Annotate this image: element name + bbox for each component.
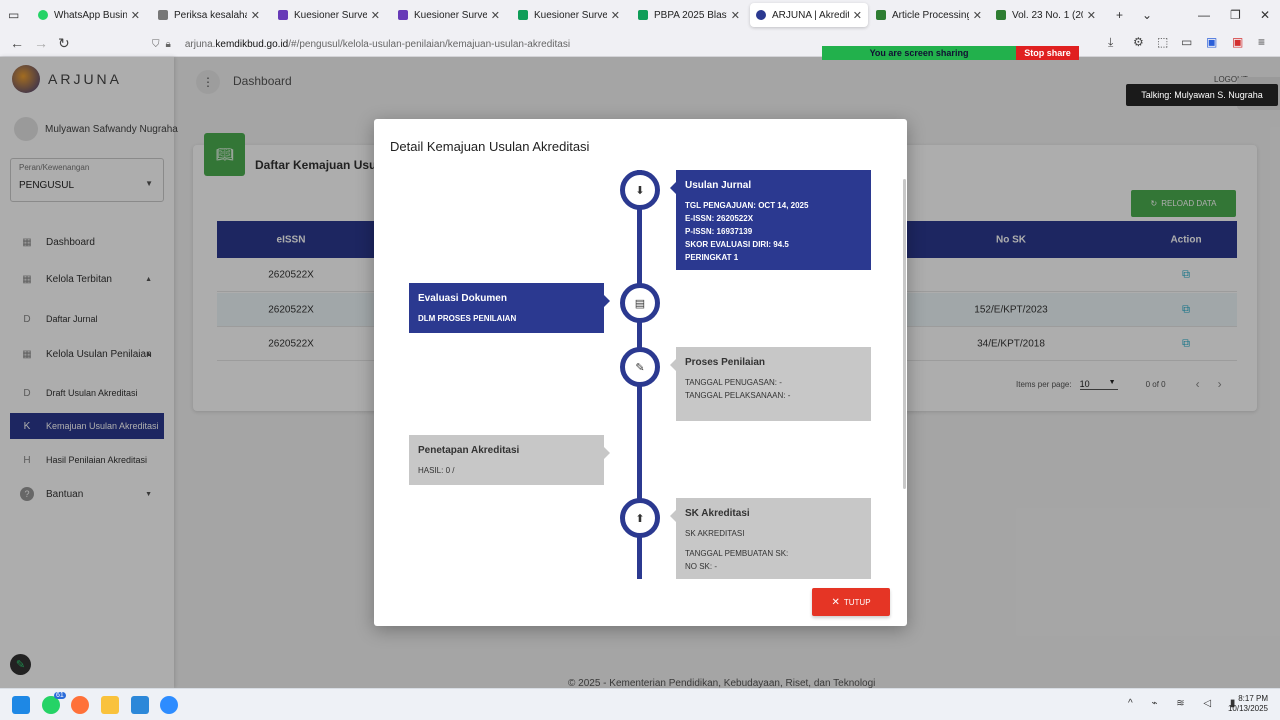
sheets-icon: [518, 10, 528, 20]
progress-detail-modal: Detail Kemajuan Usulan Akreditasi ⬇ Usul…: [374, 119, 907, 626]
step-usulan-jurnal: Usulan Jurnal TGL PENGAJUAN: OCT 14, 202…: [670, 170, 871, 270]
step-evaluasi-dokumen: Evaluasi Dokumen DLM PROSES PENILAIAN: [409, 283, 610, 333]
forms-icon: [398, 10, 408, 20]
tab-favicon: [158, 10, 168, 20]
minimize-icon[interactable]: —: [1198, 8, 1210, 22]
tab-vol-23[interactable]: Vol. 23 No. 1 (2025): Ju✕: [990, 3, 1102, 27]
close-icon[interactable]: ✕: [491, 9, 500, 22]
nav-bar: ← → ↻ ⛉ 🔒︎ arjuna. kemdikbud.go.id/#/peng…: [0, 30, 1280, 57]
notification-badge: 61: [54, 692, 66, 699]
menu-icon[interactable]: ≡: [1258, 35, 1265, 49]
back-icon[interactable]: ←: [10, 35, 24, 51]
tab-kuesioner-2[interactable]: Kuesioner Survei Kepuas✕: [392, 3, 506, 27]
lock-icon: 🔒︎: [165, 38, 171, 50]
edit-icon: ✎: [620, 347, 660, 387]
file-explorer-icon[interactable]: [101, 696, 119, 714]
extension-icon[interactable]: ▣: [1206, 35, 1217, 49]
modal-title: Detail Kemajuan Usulan Akreditasi: [390, 139, 590, 154]
browser-chrome: ▭ WhatsApp Business✕ Periksa kesalahan s…: [0, 0, 1280, 57]
close-icon[interactable]: ✕: [731, 9, 740, 22]
stop-share-button[interactable]: Stop share: [1016, 46, 1079, 60]
close-icon[interactable]: ✕: [371, 9, 380, 22]
sidebar-icon[interactable]: ▭: [1181, 35, 1192, 49]
timeline: ⬇ Usulan Jurnal TGL PENGAJUAN: OCT 14, 2…: [374, 170, 907, 579]
tab-overview-icon[interactable]: ▭: [8, 8, 19, 22]
tab-article-processing[interactable]: Article Processing Char✕: [870, 3, 988, 27]
journal-favicon: [876, 10, 886, 20]
close-icon[interactable]: ✕: [1087, 9, 1096, 22]
close-icon[interactable]: ✕: [611, 9, 620, 22]
puzzle-icon[interactable]: ⬚: [1157, 35, 1168, 49]
step-proses-penilaian: Proses Penilaian TANGGAL PENUGASAN: - TA…: [670, 347, 871, 421]
screen-share-status: You are screen sharing: [822, 46, 1016, 60]
forms-icon: [278, 10, 288, 20]
download-icon: ⬇: [620, 170, 660, 210]
reload-icon[interactable]: ↻: [58, 35, 70, 52]
tab-arjuna[interactable]: ARJUNA | Akreditasi Jurn✕: [750, 3, 868, 27]
downloads-icon[interactable]: ⤓: [1108, 35, 1113, 50]
tab-bar: ▭ WhatsApp Business✕ Periksa kesalahan s…: [0, 0, 1280, 30]
close-icon[interactable]: ✕: [251, 9, 260, 22]
step-penetapan-akreditasi: Penetapan Akreditasi HASIL: 0 /: [409, 435, 610, 485]
tab-kuesioner-3[interactable]: Kuesioner Survei Kepuas✕: [512, 3, 626, 27]
arjuna-favicon: [756, 10, 766, 20]
extensions-icon[interactable]: ⚙: [1133, 35, 1144, 49]
tab-pbpa[interactable]: PBPA 2025 Blast WA - G✕: [632, 3, 746, 27]
firefox-icon[interactable]: [71, 696, 89, 714]
modal-scrollbar[interactable]: [903, 179, 906, 489]
taskbar: 61 ^ ⌁ ≋ ◁ ▮ 8:17 PM 10/13/2025: [0, 688, 1280, 720]
close-window-icon[interactable]: ✕: [1260, 8, 1270, 22]
restore-icon[interactable]: ❐: [1230, 8, 1241, 22]
document-icon: ▤: [620, 283, 660, 323]
close-icon[interactable]: ✕: [853, 9, 862, 22]
extension-red-icon[interactable]: ▣: [1232, 35, 1243, 49]
close-icon[interactable]: ✕: [131, 9, 140, 22]
journal-favicon: [996, 10, 1006, 20]
forward-icon[interactable]: →: [34, 35, 48, 51]
notepad-icon[interactable]: [131, 696, 149, 714]
tab-list-icon[interactable]: ⌄: [1142, 8, 1152, 22]
clock[interactable]: 8:17 PM 10/13/2025: [1220, 694, 1268, 715]
screen-share-bar: You are screen sharing Stop share: [822, 46, 1079, 60]
whatsapp-icon: [38, 10, 48, 20]
windows-start-icon[interactable]: [12, 696, 30, 714]
upload-icon: ⬆: [620, 498, 660, 538]
tab-kuesioner-1[interactable]: Kuesioner Survei Kepuas✕: [272, 3, 386, 27]
tab-periksa[interactable]: Periksa kesalahan sheet✕: [152, 3, 266, 27]
close-icon: ✕: [831, 596, 840, 608]
sheets-icon: [638, 10, 648, 20]
close-button[interactable]: ✕ TUTUP: [812, 588, 890, 616]
step-sk-akreditasi: SK Akreditasi SK AKREDITASI TANGGAL PEMB…: [670, 498, 871, 579]
new-tab-icon[interactable]: +: [1116, 8, 1123, 22]
tab-whatsapp[interactable]: WhatsApp Business✕: [32, 3, 146, 27]
shield-icon: ⛉: [152, 38, 160, 50]
close-icon[interactable]: ✕: [973, 9, 982, 22]
talking-indicator: Talking: Mulyawan S. Nugraha: [1126, 84, 1278, 106]
zoom-icon[interactable]: [160, 696, 178, 714]
